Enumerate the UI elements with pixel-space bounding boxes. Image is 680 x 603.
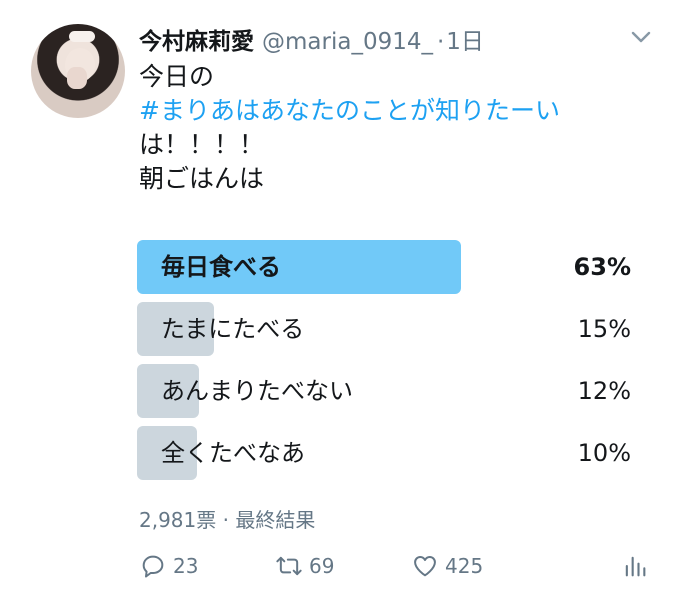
avatar-bow [69,31,95,42]
separator: · [436,29,445,55]
tweet: 今村麻莉愛 @maria_0914_ · 1日 今日の #まりあはあなたのことが… [0,0,680,603]
avatar-hand [67,67,87,89]
poll-option-label: あんまりたべない [161,377,353,405]
reply-button[interactable]: 23 [139,548,198,584]
like-button[interactable]: 425 [411,548,483,584]
poll-option-label: 全くたべなあ [161,439,305,467]
poll-option: 全くたべなあ 10% [137,426,631,482]
reply-count: 23 [173,554,199,578]
poll-option-label: たまにたべる [161,315,305,343]
poll-option: あんまりたべない 12% [137,364,631,420]
tweet-header: 今村麻莉愛 @maria_0914_ · 1日 [139,22,484,56]
avatar[interactable] [31,24,125,118]
retweet-button[interactable]: 69 [275,548,334,584]
author-name[interactable]: 今村麻莉愛 [139,22,254,56]
reply-icon [142,555,164,578]
analytics-icon [625,556,646,577]
chevron-down-icon[interactable] [631,30,651,44]
author-handle[interactable]: @maria_0914_ [262,29,433,55]
timestamp[interactable]: 1日 [446,22,484,56]
tweet-actions: 23 69 425 [139,548,659,584]
like-count: 425 [445,554,484,578]
poll-option-percent: 63% [573,253,631,281]
poll-option: 毎日食べる 63% [137,240,631,296]
poll: 毎日食べる 63% たまにたべる 15% あんまりたべない 12% 全くたべなあ… [137,240,631,488]
poll-option-percent: 10% [577,439,631,467]
heart-icon [414,556,436,577]
poll-option: たまにたべる 15% [137,302,631,358]
retweet-count: 69 [309,554,335,578]
poll-meta: 2,981票 · 最終結果 [139,508,316,532]
poll-option-label: 毎日食べる [161,253,281,281]
tweet-text: 今日の #まりあはあなたのことが知りたーい は！！！！ 朝ごはんは [139,60,659,196]
analytics-button[interactable] [621,548,655,584]
hashtag-link[interactable]: #まりあはあなたのことが知りたーい [139,94,659,128]
poll-option-percent: 12% [577,377,631,405]
retweet-icon [276,556,302,576]
tweet-text-line: 朝ごはんは [139,164,265,193]
tweet-text-line: は！！！！ [139,130,265,159]
tweet-text-line: 今日の [139,62,215,91]
poll-option-percent: 15% [577,315,631,343]
